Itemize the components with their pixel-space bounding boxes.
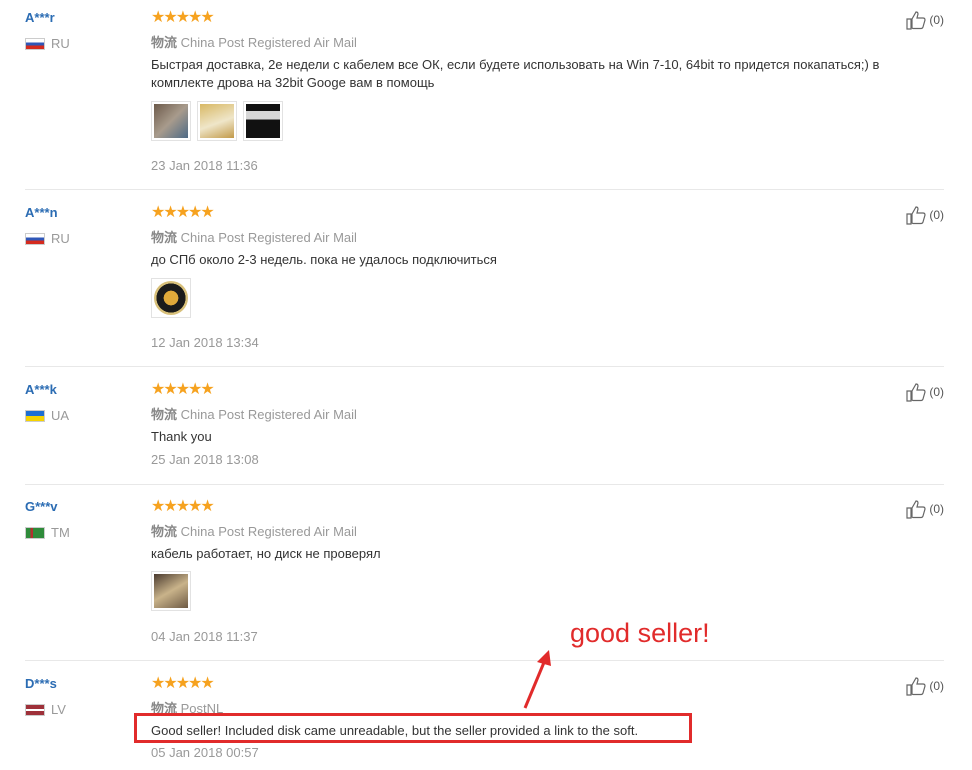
reviewer-country: RU bbox=[25, 231, 70, 246]
flag-icon bbox=[25, 232, 45, 245]
country-code: LV bbox=[51, 702, 66, 717]
review-photos bbox=[151, 278, 191, 318]
country-code: RU bbox=[51, 231, 70, 246]
shipping-info: 物流 China Post Registered Air Mail bbox=[151, 404, 357, 423]
like-button[interactable]: (0) bbox=[905, 10, 944, 30]
flag-icon bbox=[25, 409, 45, 422]
shipping-method: China Post Registered Air Mail bbox=[180, 524, 357, 539]
like-button[interactable]: (0) bbox=[905, 499, 944, 519]
star-rating: ★★★★★ bbox=[151, 381, 215, 398]
reviewer-name[interactable]: A***r bbox=[25, 10, 55, 25]
review-photos bbox=[151, 571, 191, 611]
shipping-method: China Post Registered Air Mail bbox=[180, 35, 357, 50]
star-rating: ★★★★★ bbox=[151, 9, 215, 26]
review-photo-thumbnail[interactable] bbox=[151, 278, 191, 318]
review-photo-thumbnail[interactable] bbox=[151, 571, 191, 611]
review-date: 25 Jan 2018 13:08 bbox=[151, 452, 259, 467]
thumbs-up-icon bbox=[906, 206, 926, 225]
review-photo-thumbnail[interactable] bbox=[197, 101, 237, 141]
highlight-box bbox=[134, 713, 692, 743]
reviewer-name[interactable]: D***s bbox=[25, 676, 57, 691]
like-count: (0) bbox=[929, 502, 944, 516]
country-code: TM bbox=[51, 525, 70, 540]
review-date: 05 Jan 2018 00:57 bbox=[151, 745, 259, 760]
star-rating: ★★★★★ bbox=[151, 675, 215, 692]
like-count: (0) bbox=[929, 208, 944, 222]
shipping-label: 物流 bbox=[151, 524, 178, 539]
thumbs-up-icon bbox=[906, 500, 926, 519]
flag-icon bbox=[25, 37, 45, 50]
reviewer-name[interactable]: A***n bbox=[25, 205, 58, 220]
star-rating: ★★★★★ bbox=[151, 498, 215, 515]
review-text: до СПб около 2-3 недель. пока не удалось… bbox=[151, 252, 497, 267]
annotation-text: good seller! bbox=[570, 618, 710, 648]
country-code: RU bbox=[51, 36, 70, 51]
review-item: A***k UA ★★★★★ 物流 China Post Registered … bbox=[25, 382, 944, 485]
review-date: 04 Jan 2018 11:37 bbox=[151, 629, 258, 644]
flag-icon bbox=[25, 703, 45, 716]
like-button[interactable]: (0) bbox=[905, 382, 944, 402]
like-count: (0) bbox=[929, 679, 944, 693]
shipping-label: 物流 bbox=[151, 407, 178, 422]
review-photos bbox=[151, 101, 283, 141]
shipping-method: China Post Registered Air Mail bbox=[180, 407, 357, 422]
reviewer-country: TM bbox=[25, 525, 70, 540]
like-count: (0) bbox=[929, 385, 944, 399]
reviewer-name[interactable]: A***k bbox=[25, 382, 57, 397]
thumbs-up-icon bbox=[906, 383, 926, 402]
thumbs-up-icon bbox=[906, 11, 926, 30]
star-rating: ★★★★★ bbox=[151, 204, 215, 221]
shipping-label: 物流 bbox=[151, 230, 178, 245]
review-item: A***r RU ★★★★★ 物流 China Post Registered … bbox=[25, 10, 944, 190]
review-date: 12 Jan 2018 13:34 bbox=[151, 335, 259, 350]
review-text: кабель работает, но диск не проверял bbox=[151, 546, 381, 561]
country-code: UA bbox=[51, 408, 70, 423]
annotation-arrow bbox=[523, 650, 551, 709]
review-text: Быстрая доставка, 2е недели с кабелем вс… bbox=[151, 57, 880, 90]
shipping-info: 物流 China Post Registered Air Mail bbox=[151, 227, 357, 246]
like-button[interactable]: (0) bbox=[905, 676, 944, 696]
shipping-info: 物流 China Post Registered Air Mail bbox=[151, 521, 357, 540]
flag-icon bbox=[25, 526, 45, 539]
thumbs-up-icon bbox=[906, 677, 926, 696]
reviewer-country: RU bbox=[25, 36, 70, 51]
like-count: (0) bbox=[929, 13, 944, 27]
like-button[interactable]: (0) bbox=[905, 205, 944, 225]
review-text: Thank you bbox=[151, 429, 212, 444]
reviewer-country: LV bbox=[25, 702, 66, 717]
review-date: 23 Jan 2018 11:36 bbox=[151, 158, 258, 173]
shipping-method: China Post Registered Air Mail bbox=[180, 230, 357, 245]
review-item: G***v TM ★★★★★ 物流 China Post Registered … bbox=[25, 499, 944, 661]
reviewer-country: UA bbox=[25, 408, 69, 423]
shipping-label: 物流 bbox=[151, 35, 178, 50]
reviewer-name[interactable]: G***v bbox=[25, 499, 58, 514]
review-item: A***n RU ★★★★★ 物流 China Post Registered … bbox=[25, 205, 944, 367]
review-photo-thumbnail[interactable] bbox=[243, 101, 283, 141]
review-photo-thumbnail[interactable] bbox=[151, 101, 191, 141]
shipping-info: 物流 China Post Registered Air Mail bbox=[151, 32, 357, 51]
